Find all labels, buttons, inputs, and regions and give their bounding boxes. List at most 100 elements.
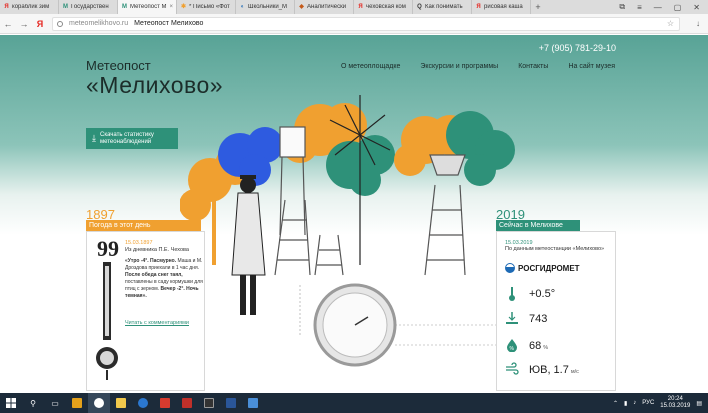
- current-card: 15.03.2019 По данным метеостанции «Мелих…: [496, 231, 616, 391]
- tab-title: Метеопост M: [130, 4, 167, 10]
- tab-title: кораблик зим: [12, 4, 50, 10]
- tab-title: Аналитически: [307, 4, 347, 10]
- site-page: +7 (905) 781-29-10 Метеопост «Мелихово» …: [0, 35, 708, 393]
- history-card: 99 15.03.1897 Из дневника П.Е. Чехова «У…: [86, 231, 205, 391]
- logo-line1[interactable]: Метеопост: [86, 58, 151, 73]
- pressure-value: 743: [529, 313, 548, 325]
- download-stats-label: Скачать статистику метеонаблюдений: [99, 131, 154, 145]
- network-icon[interactable]: ▮: [624, 400, 627, 407]
- notifications-icon[interactable]: ▤: [696, 400, 702, 407]
- svg-text:%: %: [510, 346, 515, 352]
- volume-icon[interactable]: ♪: [633, 400, 636, 406]
- maximize-icon[interactable]: ▢: [674, 3, 682, 12]
- downloads-icon[interactable]: ↓: [688, 19, 708, 28]
- browser-tab[interactable]: Якораблик зим: [0, 0, 59, 14]
- browser-tab[interactable]: ◐ Школьники_M: [236, 0, 295, 14]
- app-icon-red[interactable]: [154, 393, 176, 413]
- ladder-left: [274, 199, 344, 276]
- tab-favicon: ◐: [240, 3, 245, 10]
- tab-favicon: Q: [417, 3, 422, 10]
- app-icon-dark[interactable]: [198, 393, 220, 413]
- taskbar: ⚲ ▭ ⌃ ▮ ♪ РУС 20:24 15.03.2019 ▤: [0, 393, 708, 413]
- barometer-icon: [96, 262, 118, 380]
- browser-tab[interactable]: Ярисовая каша: [472, 0, 531, 14]
- store-icon[interactable]: [66, 393, 88, 413]
- yandex-browser-icon[interactable]: [88, 393, 110, 413]
- temperature-value: +0.5°: [529, 288, 556, 300]
- word-icon[interactable]: [220, 393, 242, 413]
- phone-number[interactable]: +7 (905) 781-29-10: [539, 43, 616, 53]
- pressure-icon: [505, 312, 519, 326]
- url-field[interactable]: meteomelikhovo.ru Метеопост Мелихово ☆: [52, 16, 680, 31]
- tabs-list-icon[interactable]: ⧉: [619, 2, 625, 12]
- clock[interactable]: 20:24 15.03.2019: [660, 396, 690, 410]
- edge-icon[interactable]: [132, 393, 154, 413]
- weather-booth: [279, 126, 306, 236]
- menu-item-excursions[interactable]: Экскурсии и программы: [420, 63, 498, 70]
- file-explorer-icon[interactable]: [110, 393, 132, 413]
- menu-icon[interactable]: ≡: [637, 3, 642, 12]
- quote-part1: «Утро -4°. Пасмурно.: [125, 258, 177, 264]
- read-comments-link[interactable]: Читать с комментариями: [125, 320, 189, 326]
- menu-item-museum[interactable]: На сайт музея: [568, 63, 615, 70]
- history-quote: «Утро -4°. Пасмурно. Маша и М. Дроздова …: [125, 258, 203, 300]
- history-heading: Погода в этот день: [86, 220, 201, 231]
- wind-row: ЮВ, 1.7 м/с: [505, 360, 579, 378]
- minimize-icon[interactable]: —: [654, 3, 662, 12]
- search-icon[interactable]: ⚲: [22, 393, 44, 413]
- browser-tab[interactable]: Ячеховская ком: [354, 0, 413, 14]
- quote-icon: 99: [97, 236, 119, 261]
- app-icon-blue[interactable]: [242, 393, 264, 413]
- ladder-right: [424, 154, 466, 276]
- windows-start-icon[interactable]: [0, 393, 22, 413]
- tab-favicon: Я: [4, 3, 9, 10]
- close-tab-icon[interactable]: ×: [169, 4, 173, 10]
- tab-favicon: Я: [358, 3, 363, 10]
- window-controls: ⧉ ≡ — ▢ ✕: [619, 0, 708, 14]
- url-page-title: Метеопост Мелихово: [134, 20, 204, 27]
- pressure-row: 743: [505, 312, 547, 326]
- tab-title: Школьники_M: [248, 4, 287, 10]
- tab-favicon: ✱: [180, 3, 187, 10]
- browser-tab[interactable]: M Государствен: [59, 0, 118, 14]
- menu-item-contacts[interactable]: Контакты: [518, 63, 548, 70]
- browser-tab[interactable]: ✱ * Письмо «Фот: [177, 0, 236, 14]
- download-icon: ⤓: [92, 133, 96, 143]
- wind-unit: м/с: [570, 369, 579, 375]
- clock-date: 15.03.2019: [660, 403, 691, 409]
- back-icon[interactable]: ←: [0, 19, 16, 29]
- main-menu: О метеоплощадке Экскурсии и программы Ко…: [341, 63, 615, 70]
- tab-title: Государствен: [71, 4, 109, 10]
- forward-icon[interactable]: →: [16, 19, 32, 29]
- tray-arrow-icon[interactable]: ⌃: [613, 400, 618, 407]
- temperature-row: +0.5°: [505, 287, 555, 301]
- provider-name: РОСГИДРОМЕТ: [518, 263, 580, 273]
- history-date: 15.03.1897: [125, 240, 153, 246]
- site-info-icon[interactable]: [57, 20, 63, 27]
- browser-tab[interactable]: ◆ Аналитически: [295, 0, 354, 14]
- tab-title: Как понимать: [425, 4, 463, 10]
- quote-part3: После обеда снег таял,: [125, 272, 183, 278]
- new-tab-button[interactable]: +: [531, 0, 545, 14]
- url-domain: meteomelikhovo.ru: [69, 20, 129, 27]
- pdf-icon[interactable]: [176, 393, 198, 413]
- current-source: По данным метеостанции «Мелихово»: [505, 246, 605, 252]
- yandex-icon[interactable]: Я: [32, 19, 48, 29]
- thermometer-icon: [505, 287, 519, 301]
- close-window-icon[interactable]: ✕: [693, 3, 700, 12]
- bookmark-icon[interactable]: ☆: [667, 19, 679, 28]
- browser-tab[interactable]: Q Как понимать: [413, 0, 472, 14]
- menu-item-about[interactable]: О метеоплощадке: [341, 63, 400, 70]
- browser-tab[interactable]: M Метеопост M ×: [118, 0, 177, 14]
- language-indicator[interactable]: РУС: [642, 400, 654, 406]
- task-view-icon[interactable]: ▭: [44, 393, 66, 413]
- tab-favicon: ◆: [299, 3, 304, 10]
- download-stats-button[interactable]: ⤓ Скачать статистику метеонаблюдений: [86, 128, 178, 149]
- chekhov-figure: [231, 175, 266, 315]
- system-tray: ⌃ ▮ ♪ РУС 20:24 15.03.2019 ▤: [613, 396, 708, 410]
- humidity-icon: %: [505, 338, 519, 352]
- address-bar: ← → Я meteomelikhovo.ru Метеопост Мелихо…: [0, 14, 708, 34]
- provider-logo: РОСГИДРОМЕТ: [505, 263, 580, 273]
- weather-station-illustration: [180, 95, 515, 367]
- browser-tab-bar: Якораблик зим M Государствен M Метеопост M × ✱…: [0, 0, 708, 14]
